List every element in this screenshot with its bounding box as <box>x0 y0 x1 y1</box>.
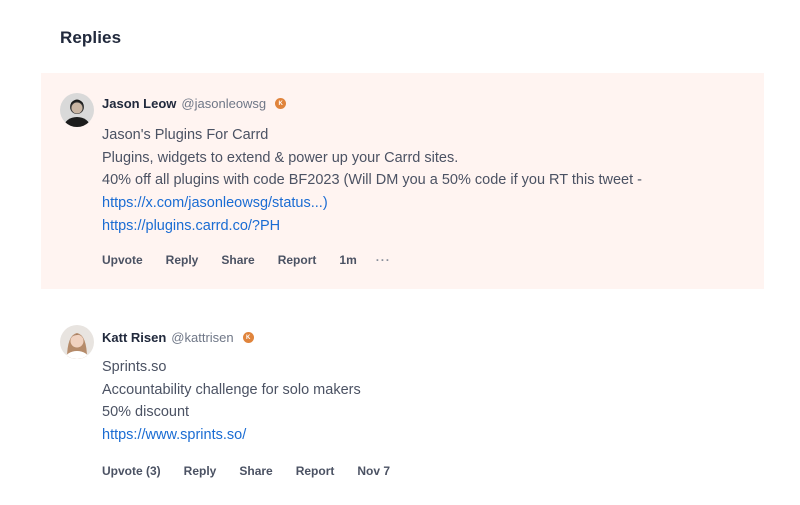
share-button[interactable]: Share <box>221 253 254 267</box>
reply-actions: Upvote Reply Share Report 1m ··· <box>102 253 391 267</box>
timestamp[interactable]: Nov 7 <box>357 464 390 478</box>
upvote-button[interactable]: Upvote (3) <box>102 464 161 478</box>
reply-actions: Upvote (3) Reply Share Report Nov 7 <box>102 464 409 478</box>
timestamp[interactable]: 1m <box>339 253 356 267</box>
reply-header: Katt Risen @kattrisen K <box>102 330 254 345</box>
body-line: 50% discount <box>102 404 190 421</box>
karma-badge-icon: K <box>275 98 287 109</box>
report-button[interactable]: Report <box>296 464 335 478</box>
reply-header: Jason Leow @jasonleowsg K <box>102 96 287 111</box>
author-name[interactable]: Jason Leow <box>102 96 176 111</box>
body-line: Accountability challenge for solo makers <box>102 381 361 398</box>
body-line: Jason's Plugins For Carrd <box>102 127 269 143</box>
reply-body: Jason's Plugins For Carrd Plugins, widge… <box>102 124 642 238</box>
avatar-katt-icon <box>60 325 94 359</box>
body-line: Plugins, widgets to extend & power up yo… <box>102 149 459 166</box>
section-title: Replies <box>60 28 122 47</box>
reply-button[interactable]: Reply <box>184 464 217 478</box>
reply-card: Katt Risen @kattrisen K Sprints.so Accou… <box>41 305 764 495</box>
avatar[interactable] <box>60 325 94 359</box>
body-link[interactable]: https://plugins.carrd.co/?PH <box>102 215 642 238</box>
avatar-jason-icon <box>60 93 94 127</box>
author-handle[interactable]: @kattrisen <box>171 330 233 345</box>
body-link[interactable]: https://www.sprints.so/ <box>102 424 361 447</box>
report-button[interactable]: Report <box>278 253 317 267</box>
karma-badge-icon: K <box>242 332 254 343</box>
body-line: 40% off all plugins with code BF2023 (Wi… <box>102 172 642 189</box>
body-link[interactable]: https://x.com/jasonleowsg/status...) <box>102 192 642 215</box>
author-name[interactable]: Katt Risen <box>102 330 166 345</box>
more-options-icon[interactable]: ··· <box>376 253 391 267</box>
upvote-button[interactable]: Upvote <box>102 253 143 267</box>
share-button[interactable]: Share <box>239 464 272 478</box>
avatar[interactable] <box>60 93 94 127</box>
author-handle[interactable]: @jasonleowsg <box>181 96 266 111</box>
reply-button[interactable]: Reply <box>166 253 199 267</box>
reply-card: Jason Leow @jasonleowsg K Jason's Plugin… <box>41 73 764 289</box>
reply-body: Sprints.so Accountability challenge for … <box>102 356 361 447</box>
body-line: Sprints.so <box>102 359 167 375</box>
